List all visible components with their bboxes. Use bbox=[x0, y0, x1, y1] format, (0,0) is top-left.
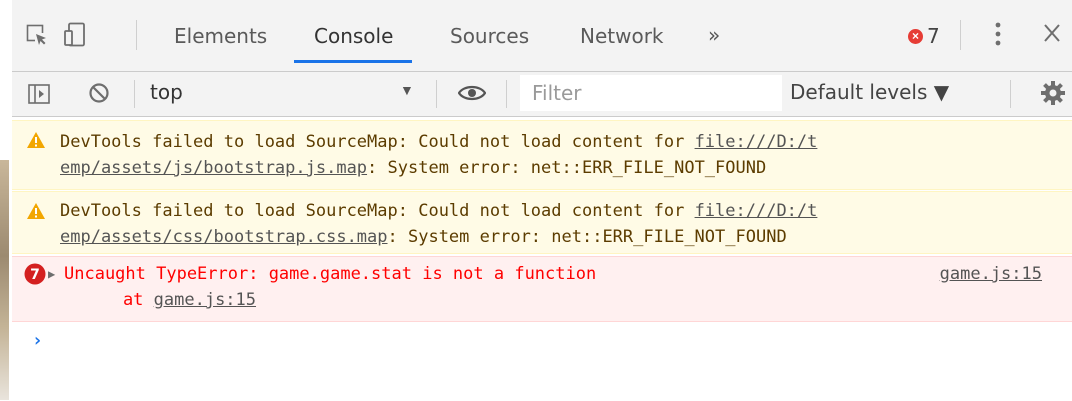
inspect-element-icon[interactable] bbox=[26, 24, 48, 46]
sourcemap-link-continued[interactable]: emp/assets/js/bootstrap.js.map bbox=[60, 158, 367, 178]
background-image-edge bbox=[0, 160, 9, 400]
message-line: DevTools failed to load SourceMap: Could… bbox=[60, 129, 817, 155]
device-toolbar-icon[interactable] bbox=[64, 22, 86, 48]
filter-input[interactable] bbox=[520, 75, 782, 111]
gear-icon[interactable] bbox=[1040, 80, 1066, 106]
error-icon: 7 bbox=[24, 263, 46, 293]
close-icon[interactable] bbox=[1042, 22, 1062, 49]
warning-icon bbox=[26, 202, 46, 228]
context-selector[interactable]: top bbox=[150, 80, 183, 104]
tabbar-separator bbox=[136, 20, 137, 50]
error-badge-icon: × bbox=[908, 28, 923, 44]
stack-trace-link[interactable]: game.js:15 bbox=[154, 290, 256, 310]
stack-trace-line: at game.js:15 bbox=[82, 287, 256, 313]
message-line: emp/assets/js/bootstrap.js.map: System e… bbox=[60, 155, 766, 181]
console-message-error: 7 ▶ Uncaught TypeError: game.game.stat i… bbox=[12, 256, 1072, 322]
error-repeat-count: 7 bbox=[30, 267, 40, 283]
error-count: 7 bbox=[927, 24, 940, 48]
message-line: DevTools failed to load SourceMap: Could… bbox=[60, 198, 817, 224]
message-text: DevTools failed to load SourceMap: Could… bbox=[60, 201, 695, 221]
console-prompt-icon[interactable]: › bbox=[32, 330, 43, 351]
page-background-edge bbox=[0, 0, 12, 401]
message-text: DevTools failed to load SourceMap: Could… bbox=[60, 132, 695, 152]
toolbar-separator-3 bbox=[506, 80, 507, 108]
toolbar-separator-2 bbox=[436, 80, 437, 108]
console-message-warning: DevTools failed to load SourceMap: Could… bbox=[12, 191, 1072, 254]
toolbar-separator-4 bbox=[1010, 80, 1011, 108]
tab-console[interactable]: Console bbox=[314, 24, 393, 48]
sourcemap-link[interactable]: file:///D:/t bbox=[695, 132, 818, 152]
tabbar-separator-right bbox=[960, 20, 961, 50]
devtools-panel: Elements Console Sources Network » × 7 t… bbox=[12, 0, 1072, 401]
chevron-down-icon[interactable]: ▼ bbox=[400, 82, 414, 98]
console-message-warning: DevTools failed to load SourceMap: Could… bbox=[12, 120, 1072, 190]
sourcemap-link[interactable]: file:///D:/t bbox=[695, 201, 818, 221]
kebab-menu-icon[interactable] bbox=[994, 20, 1002, 53]
tab-network[interactable]: Network bbox=[580, 24, 664, 48]
active-tab-indicator bbox=[294, 60, 412, 63]
error-count-badge[interactable]: × 7 bbox=[908, 24, 940, 48]
clear-console-icon[interactable] bbox=[88, 82, 110, 104]
tab-sources[interactable]: Sources bbox=[450, 24, 529, 48]
expand-triangle-icon[interactable]: ▶ bbox=[48, 261, 55, 287]
message-text: : System error: net::ERR_FILE_NOT_FOUND bbox=[367, 158, 767, 178]
warning-icon bbox=[26, 131, 46, 157]
log-levels-dropdown[interactable]: Default levels ▼ bbox=[790, 80, 949, 104]
tab-elements[interactable]: Elements bbox=[174, 24, 267, 48]
more-tabs-button[interactable]: » bbox=[708, 23, 720, 47]
sidebar-toggle-icon[interactable] bbox=[28, 84, 50, 104]
error-source-link[interactable]: game.js:15 bbox=[940, 261, 1042, 287]
stack-trace-prefix: at bbox=[82, 290, 154, 310]
message-text: : System error: net::ERR_FILE_NOT_FOUND bbox=[387, 227, 787, 247]
sourcemap-link-continued[interactable]: emp/assets/css/bootstrap.css.map bbox=[60, 227, 388, 247]
toolbar-separator bbox=[134, 80, 135, 108]
message-line: emp/assets/css/bootstrap.css.map: System… bbox=[60, 224, 787, 250]
error-message-text: Uncaught TypeError: game.game.stat is no… bbox=[64, 264, 597, 284]
eye-icon[interactable] bbox=[458, 84, 486, 102]
